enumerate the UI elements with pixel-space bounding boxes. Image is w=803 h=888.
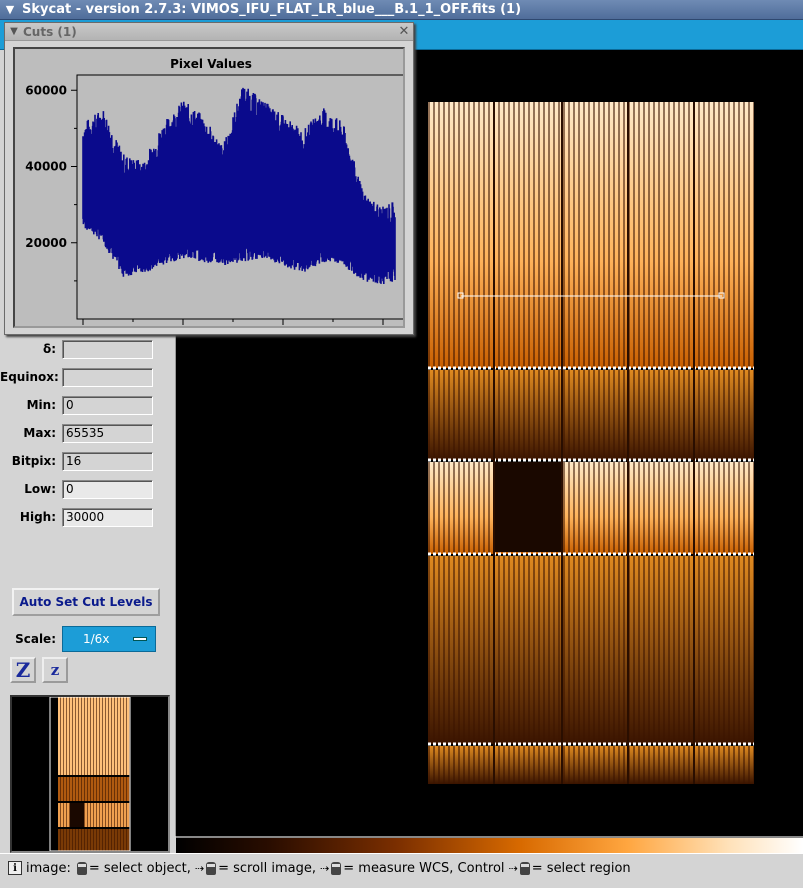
- field-value: 16: [62, 451, 153, 471]
- cuts-window[interactable]: ▼ Cuts (1) ✕ Pixel Values 20000 40000 6000…: [4, 22, 414, 335]
- window-titlebar[interactable]: ▼ Skycat - version 2.7.3: VIMOS_IFU_FLAT…: [0, 0, 803, 20]
- scale-menu-button[interactable]: 1/6x: [62, 626, 156, 652]
- mouse-button1-icon: [519, 861, 530, 875]
- chevron-down-icon[interactable]: ▼: [5, 26, 23, 37]
- chevron-down-icon[interactable]: ▼: [2, 2, 18, 18]
- window-title: Skycat - version 2.7.3: VIMOS_IFU_FLAT_L…: [22, 2, 522, 17]
- field-value: [62, 367, 153, 387]
- auto-set-cut-levels-button[interactable]: Auto Set Cut Levels: [12, 588, 160, 616]
- field-row: Bitpix: 16: [0, 451, 170, 471]
- scale-value: 1/6x: [83, 632, 110, 646]
- y-tick-label: 20000: [25, 236, 67, 250]
- field-value[interactable]: 30000: [62, 507, 153, 527]
- panner-image: [49, 697, 131, 851]
- drag-arrow-icon: ⇢: [320, 861, 330, 875]
- panner-thumbnail[interactable]: [10, 695, 170, 853]
- field-row: Equinox:: [0, 367, 170, 387]
- mouse-button1-icon: [76, 861, 87, 875]
- mouse-button3-icon: [331, 861, 342, 875]
- close-icon[interactable]: ✕: [395, 24, 413, 39]
- field-label: Bitpix:: [11, 454, 56, 468]
- field-label: Equinox:: [0, 370, 59, 384]
- cuts-title: Cuts (1): [23, 24, 77, 39]
- field-label: High:: [19, 510, 56, 524]
- pixel-values-series: [82, 87, 396, 284]
- field-value[interactable]: 0: [62, 479, 153, 499]
- scale-row: Scale: 1/6x: [0, 626, 170, 652]
- scale-label: Scale:: [15, 632, 56, 646]
- status-measure-wcs: = measure WCS, Control: [343, 860, 505, 876]
- field-value: [62, 339, 153, 359]
- field-label: Min:: [26, 398, 56, 412]
- cuts-titlebar[interactable]: ▼ Cuts (1) ✕: [5, 23, 413, 41]
- drag-arrow-icon: ⇢: [508, 861, 518, 875]
- field-label: Max:: [23, 426, 56, 440]
- colorbar[interactable]: [176, 836, 803, 853]
- field-label: δ:: [42, 342, 56, 356]
- panner-stripes: [58, 697, 130, 775]
- field-row: Min: 0: [0, 395, 170, 415]
- mouse-button2-icon: [206, 861, 217, 875]
- option-menu-indicator-icon: [133, 637, 147, 641]
- panner-stripes: [58, 829, 130, 851]
- zoom-in-button[interactable]: Z: [10, 657, 36, 683]
- field-value: 65535: [62, 423, 153, 443]
- y-tick-label: 60000: [25, 83, 67, 97]
- field-row: Max: 65535: [0, 423, 170, 443]
- field-value: 0: [62, 395, 153, 415]
- panner-dark-quadrant: [70, 803, 84, 827]
- field-row: High: 30000: [0, 507, 170, 527]
- field-row: δ:: [0, 339, 170, 359]
- status-bar: i image: = select object, ⇢ = scroll ima…: [0, 853, 803, 888]
- cuts-plot: Pixel Values 200004000060000050010001500: [13, 47, 405, 328]
- panner-stripes: [58, 777, 130, 801]
- zoom-out-button[interactable]: z: [42, 657, 68, 683]
- status-scroll-image: = scroll image,: [218, 860, 317, 876]
- field-row: Low: 0: [0, 479, 170, 499]
- panner-stripes: [58, 803, 130, 827]
- field-label: Low:: [24, 482, 56, 496]
- drag-arrow-icon: ⇢: [194, 861, 205, 875]
- status-select-region: = select region: [531, 860, 631, 876]
- status-prefix: image:: [26, 860, 71, 876]
- status-select-object: = select object,: [88, 860, 191, 876]
- cuts-chart: 200004000060000050010001500: [25, 74, 403, 325]
- y-tick-label: 40000: [25, 160, 67, 174]
- info-icon: i: [8, 861, 22, 875]
